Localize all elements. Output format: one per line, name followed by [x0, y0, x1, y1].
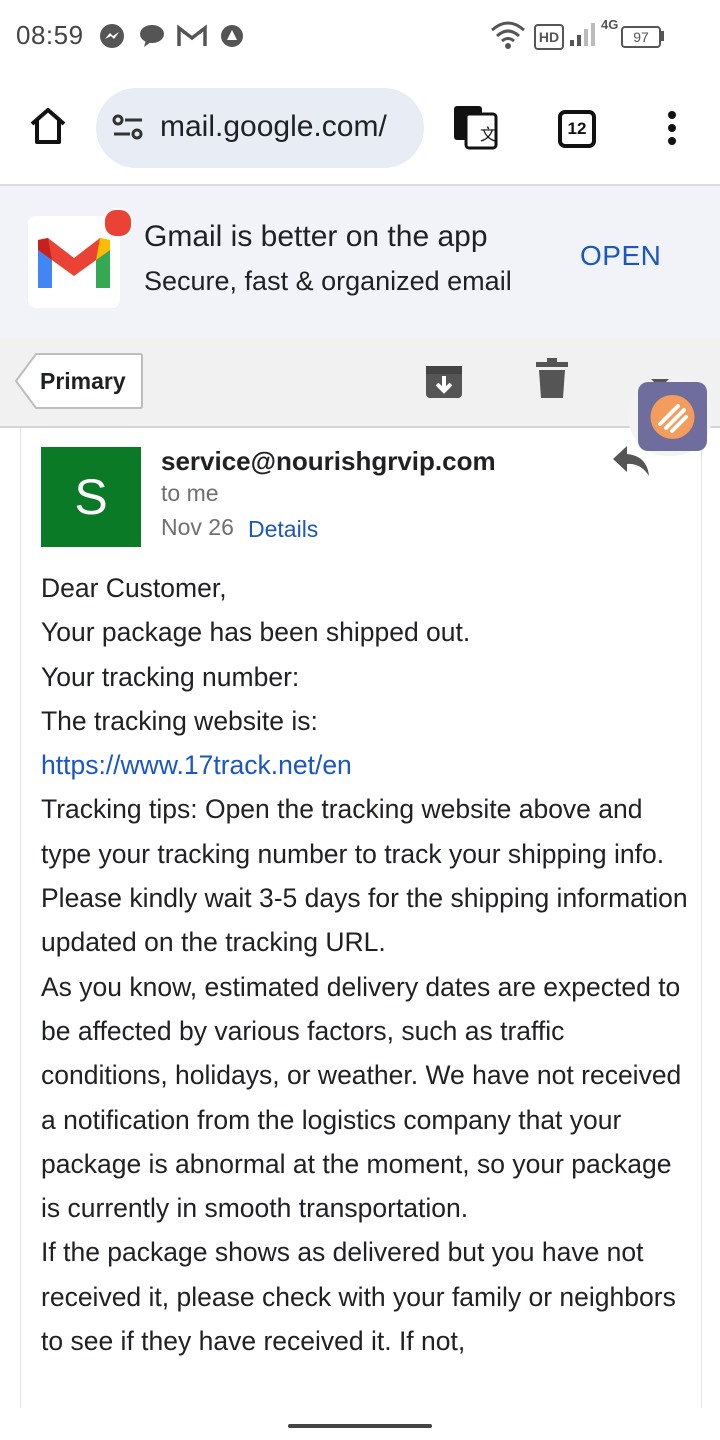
battery-icon: 97: [621, 26, 661, 48]
body-paragraph: If the package shows as delivered but yo…: [41, 1237, 676, 1357]
chat-icon: [138, 22, 166, 50]
browser-toolbar: mail.google.com/ G文 12: [0, 72, 720, 186]
banner-subtitle: Secure, fast & organized email: [144, 266, 512, 296]
translate-icon[interactable]: G文: [452, 104, 500, 157]
floating-assistant-button[interactable]: [638, 382, 707, 451]
signal-icon: [568, 18, 600, 53]
tracking-link[interactable]: https://www.17track.net/en: [41, 743, 691, 787]
body-paragraph: Your package has been shipped out.: [41, 617, 471, 648]
site-settings-icon[interactable]: [112, 114, 144, 147]
notification-dot: [103, 208, 133, 238]
sender-avatar: S: [41, 447, 141, 547]
body-paragraph: Please kindly wait 3-5 days for the ship…: [41, 883, 688, 958]
body-paragraph: Your tracking number:: [41, 661, 300, 692]
messenger-icon: [98, 22, 126, 50]
battery-tip: [661, 31, 664, 41]
vpn-icon: [218, 22, 246, 50]
app-install-banner: Gmail is better on the app Secure, fast …: [0, 186, 720, 338]
battery-level: 97: [633, 29, 649, 45]
mail-action-bar: Primary: [0, 338, 720, 428]
tabs-icon[interactable]: 12: [558, 110, 596, 148]
details-link[interactable]: Details: [248, 516, 318, 543]
body-paragraph: As you know, estimated delivery dates ar…: [41, 971, 682, 1224]
email-body: Dear Customer, Your package has been shi…: [41, 566, 691, 1363]
email-message: S service@nourishgrvip.com to me Nov 26 …: [20, 428, 702, 1408]
url-text[interactable]: mail.google.com/: [160, 110, 387, 144]
body-paragraph: Tracking tips: Open the tracking website…: [41, 794, 665, 869]
home-gesture-handle[interactable]: [288, 1424, 432, 1428]
back-button-label: Primary: [40, 368, 126, 394]
archive-icon[interactable]: [424, 360, 464, 405]
open-app-button[interactable]: OPEN: [580, 240, 661, 272]
recipient-label: to me: [161, 480, 219, 506]
sender-email: service@nourishgrvip.com: [161, 446, 496, 476]
wifi-icon: [490, 20, 525, 49]
svg-text:文: 文: [480, 126, 496, 144]
banner-title: Gmail is better on the app: [144, 220, 488, 253]
body-paragraph: The tracking website is:: [41, 705, 318, 736]
status-time: 08:59: [16, 20, 84, 50]
email-date: Nov 26: [161, 514, 234, 540]
tab-count: 12: [567, 119, 587, 138]
more-menu-icon[interactable]: [666, 110, 678, 151]
status-bar: 08:59 HD 4G 97: [0, 0, 720, 72]
gesture-bar: [0, 1408, 720, 1440]
delete-icon[interactable]: [536, 358, 568, 405]
home-icon[interactable]: [28, 106, 68, 151]
network-type: 4G: [601, 17, 619, 32]
hd-badge: HD: [534, 24, 564, 50]
gmail-icon: [176, 22, 207, 50]
address-bar[interactable]: mail.google.com/: [96, 88, 424, 168]
assistant-icon: [650, 395, 695, 439]
body-paragraph: Dear Customer,: [41, 573, 227, 603]
